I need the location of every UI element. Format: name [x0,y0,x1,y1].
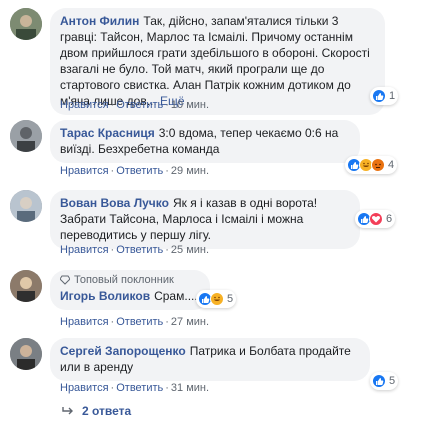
comment-text: Срам.... [154,289,198,303]
like-button[interactable]: Нравится [60,316,109,328]
avatar[interactable] [10,270,42,302]
reply-arrow-icon [62,407,73,415]
comment-author[interactable]: Вован Вова Лучко [60,196,169,210]
top-fan-badge: Топовый поклонник [60,273,200,287]
reaction-count: 5 [227,293,234,305]
reaction-summary[interactable]: 6 [355,210,396,228]
comment-text: Так, дійсно, запам'яталися тільки 3 грав… [60,14,370,108]
like-button[interactable]: Нравится [60,382,109,394]
angry-reaction-icon [371,158,385,172]
haha-reaction-icon [210,292,224,306]
reply-button[interactable]: Ответить [116,99,163,111]
like-button[interactable]: Нравится [60,244,109,256]
avatar[interactable] [10,338,42,370]
like-reaction-icon [372,89,386,103]
comment: Тарас Красниця 3:0 вдома, тепер чекаємо 0… [10,120,427,180]
love-reaction-icon [369,212,383,226]
like-button[interactable]: Нравится [60,165,109,177]
comment-bubble: Вован Вова Лучко Як я і казав в одні воро… [50,190,360,249]
comment-author[interactable]: Сергей Запорощенко [60,344,186,358]
reply-button[interactable]: Ответить [116,382,163,394]
comment-bubble: Тарас Красниця 3:0 вдома, тепер чекаємо 0… [50,120,360,163]
reply-button[interactable]: Ответить [116,244,163,256]
reaction-count: 4 [388,159,395,171]
reply-button[interactable]: Ответить [116,165,163,177]
like-button[interactable]: Нравится [60,99,109,111]
diamond-icon [60,275,70,285]
comment-actions: Нравится · Ответить · 10 мин. [60,99,210,111]
avatar[interactable] [10,120,42,152]
comment-actions: Нравится · Ответить · 29 мин. [60,165,210,177]
comment-actions: Нравится · Ответить · 25 мин. [60,244,210,256]
view-replies-link[interactable]: 2 ответа [62,404,131,418]
reaction-summary[interactable]: 4 [345,156,398,174]
avatar[interactable] [10,8,42,40]
reaction-count: 1 [389,90,396,102]
reaction-count: 6 [386,213,393,225]
comment: Антон Филин Так, дійсно, запам'яталися ті… [10,8,427,115]
reaction-count: 5 [389,375,396,387]
avatar[interactable] [10,190,42,222]
comment-time[interactable]: 29 мин. [171,165,209,177]
comment-time[interactable]: 25 мин. [171,244,209,256]
comment-time[interactable]: 31 мин. [171,382,209,394]
comment: Топовый поклонник Игорь Воликов Срам.... … [10,270,427,330]
reaction-summary[interactable]: 1 [370,87,399,105]
reaction-summary[interactable]: 5 [370,372,399,390]
comment-actions: Нравится · Ответить · 27 мин. [60,316,210,328]
replies-label[interactable]: 2 ответа [82,404,131,418]
like-reaction-icon [372,374,386,388]
comment-author[interactable]: Игорь Воликов [60,289,150,303]
reaction-summary[interactable]: 5 [196,290,237,308]
comment-time[interactable]: 10 мин. [171,99,209,111]
comment-actions: Нравится · Ответить · 31 мин. [60,382,210,394]
comment-time[interactable]: 27 мин. [171,316,209,328]
comment: Сергей Запорощенко Патрика и Болбата прод… [10,338,427,398]
badge-label: Топовый поклонник [74,274,174,286]
comment-bubble: Сергей Запорощенко Патрика и Болбата прод… [50,338,370,381]
comment-bubble: Топовый поклонник Игорь Воликов Срам.... [50,270,210,310]
reply-button[interactable]: Ответить [116,316,163,328]
comment-author[interactable]: Антон Филин [60,14,139,28]
comment: Вован Вова Лучко Як я і казав в одні воро… [10,190,427,256]
comment-author[interactable]: Тарас Красниця [60,126,155,140]
